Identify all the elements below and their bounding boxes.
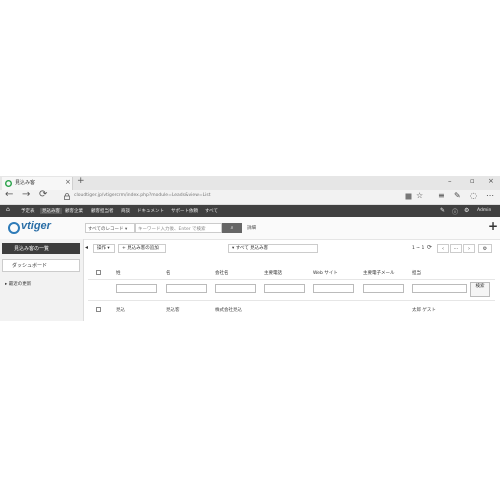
filter-website-input[interactable] xyxy=(313,284,354,293)
window-close-button[interactable]: × xyxy=(488,177,494,185)
column-header-email[interactable]: 主要電子メール xyxy=(363,270,395,276)
share-icon[interactable]: ◌ xyxy=(470,191,477,200)
pager-refresh-icon[interactable]: ⟳ xyxy=(427,244,432,251)
cell-last-name[interactable]: 見込 xyxy=(116,307,125,313)
filter-first-name-input[interactable] xyxy=(166,284,207,293)
prev-page-button[interactable]: ‹ xyxy=(437,244,449,253)
filter-search-label: 検索 xyxy=(475,284,485,289)
window-maximize-button[interactable]: ▫ xyxy=(470,177,475,185)
nav-all[interactable]: すべて xyxy=(205,208,218,214)
column-header-owner[interactable]: 担当 xyxy=(412,270,421,276)
select-all-checkbox[interactable] xyxy=(96,270,101,275)
record-type-value: すべてのレコード xyxy=(88,227,124,232)
filter-email-input[interactable] xyxy=(363,284,404,293)
filter-divider xyxy=(88,300,495,301)
pager-range: 1 ~ 1 xyxy=(412,246,425,251)
nav-leads[interactable]: 見込み客 xyxy=(40,208,62,214)
lock-icon xyxy=(64,193,70,200)
row-checkbox[interactable] xyxy=(96,307,101,312)
caret-right-icon: ▸ xyxy=(5,282,8,287)
next-icon: › xyxy=(468,246,470,252)
settings-icon[interactable]: ⚙ xyxy=(464,207,469,214)
filter-search-button[interactable]: 検索 xyxy=(470,282,490,297)
column-header-last-name[interactable]: 姓 xyxy=(116,270,121,276)
header-divider xyxy=(88,279,495,280)
new-tab-button[interactable]: + xyxy=(77,176,85,186)
filter-company-input[interactable] xyxy=(215,284,256,293)
nav-contacts[interactable]: 顧客担当者 xyxy=(91,208,114,214)
vtiger-tab-icon xyxy=(5,180,12,187)
column-header-phone[interactable]: 主要電話 xyxy=(264,270,282,276)
list-filter-select[interactable]: ▾ すべて 見込み客 xyxy=(228,244,318,253)
tab-close-icon[interactable]: × xyxy=(65,178,71,186)
more-icon[interactable]: ⋯ xyxy=(486,191,494,200)
nav-opportunities[interactable]: 商談 xyxy=(121,208,130,214)
list-settings-button[interactable]: ⚙ xyxy=(478,244,492,253)
reading-view-icon[interactable] xyxy=(405,193,412,200)
prev-icon: ‹ xyxy=(442,246,444,252)
window-minimize-button[interactable]: – xyxy=(448,177,452,185)
back-button[interactable]: ← xyxy=(5,189,13,200)
favorite-star-icon[interactable]: ☆ xyxy=(416,191,423,200)
sidebar-item-lead-list-label: 見込み客の一覧 xyxy=(14,246,50,252)
filter-phone-input[interactable] xyxy=(264,284,305,293)
page-icon: ⋯ xyxy=(453,246,459,252)
url-text: cloudtiger.jp/vtigercrm/index.php?module… xyxy=(74,193,211,198)
next-page-button[interactable]: › xyxy=(463,244,475,253)
cell-company[interactable]: 株式会社見込 xyxy=(215,307,242,313)
page-jump-button[interactable]: ⋯ xyxy=(450,244,462,253)
add-lead-label: 見込み客の追加 xyxy=(127,246,159,251)
info-icon[interactable]: ⓘ xyxy=(452,207,458,216)
column-header-company[interactable]: 会社名 xyxy=(215,270,229,276)
forward-button[interactable]: → xyxy=(22,189,30,200)
tab-title: 見込み客 xyxy=(15,180,36,186)
pen-icon[interactable]: ✎ xyxy=(440,207,445,214)
refresh-button[interactable]: ⟳ xyxy=(39,189,47,200)
record-type-select[interactable]: すべてのレコード ▾ xyxy=(85,223,135,233)
search-placeholder: キーワード入力後、Enter で検索 xyxy=(138,227,206,232)
add-lead-button[interactable]: + 見込み客の追加 xyxy=(118,244,166,253)
plus-icon: + xyxy=(122,246,126,251)
nav-accounts[interactable]: 顧客企業 xyxy=(65,208,83,214)
collapse-sidebar-icon[interactable]: ◂ xyxy=(85,244,88,251)
filter-value: すべて 見込み客 xyxy=(235,246,269,251)
nav-calendar[interactable]: 予定表 xyxy=(21,208,35,214)
column-header-website[interactable]: Web サイト xyxy=(313,270,338,276)
search-icon: ⌕ xyxy=(230,225,234,231)
sidebar-item-dashboard-label: ダッシュボード xyxy=(12,263,48,269)
cell-owner: 太郎 ゲスト xyxy=(412,308,436,313)
hub-icon[interactable]: ≡ xyxy=(438,191,445,200)
nav-documents[interactable]: ドキュメント xyxy=(137,208,164,214)
cell-first-name[interactable]: 見込客 xyxy=(166,307,180,313)
note-icon[interactable]: ✎ xyxy=(454,191,461,200)
quick-create-icon[interactable]: + xyxy=(488,219,498,233)
logo-text[interactable]: vtiger xyxy=(21,220,51,232)
filter-last-name-input[interactable] xyxy=(116,284,157,293)
global-search-input[interactable]: キーワード入力後、Enter で検索 xyxy=(135,223,222,233)
recent-label: 最近の更新 xyxy=(8,282,32,287)
search-button[interactable]: ⌕ xyxy=(222,223,242,233)
filter-owner-input[interactable] xyxy=(412,284,467,293)
actions-label: 操作 xyxy=(97,246,106,251)
vtiger-logo-icon xyxy=(8,222,20,234)
advanced-search-link[interactable]: 詳細 xyxy=(247,225,256,231)
home-icon[interactable]: ⌂ xyxy=(6,206,10,213)
actions-button[interactable]: 操作 ▾ xyxy=(93,244,115,253)
column-header-first-name[interactable]: 名 xyxy=(166,270,171,276)
user-menu[interactable]: Admin xyxy=(477,208,491,213)
wrench-icon: ⚙ xyxy=(482,246,488,252)
nav-tickets[interactable]: サポート依頼 xyxy=(171,208,198,214)
sidebar-recent-updates[interactable]: ▸ 最近の更新 xyxy=(5,281,31,287)
browser-tabstrip xyxy=(0,176,500,190)
